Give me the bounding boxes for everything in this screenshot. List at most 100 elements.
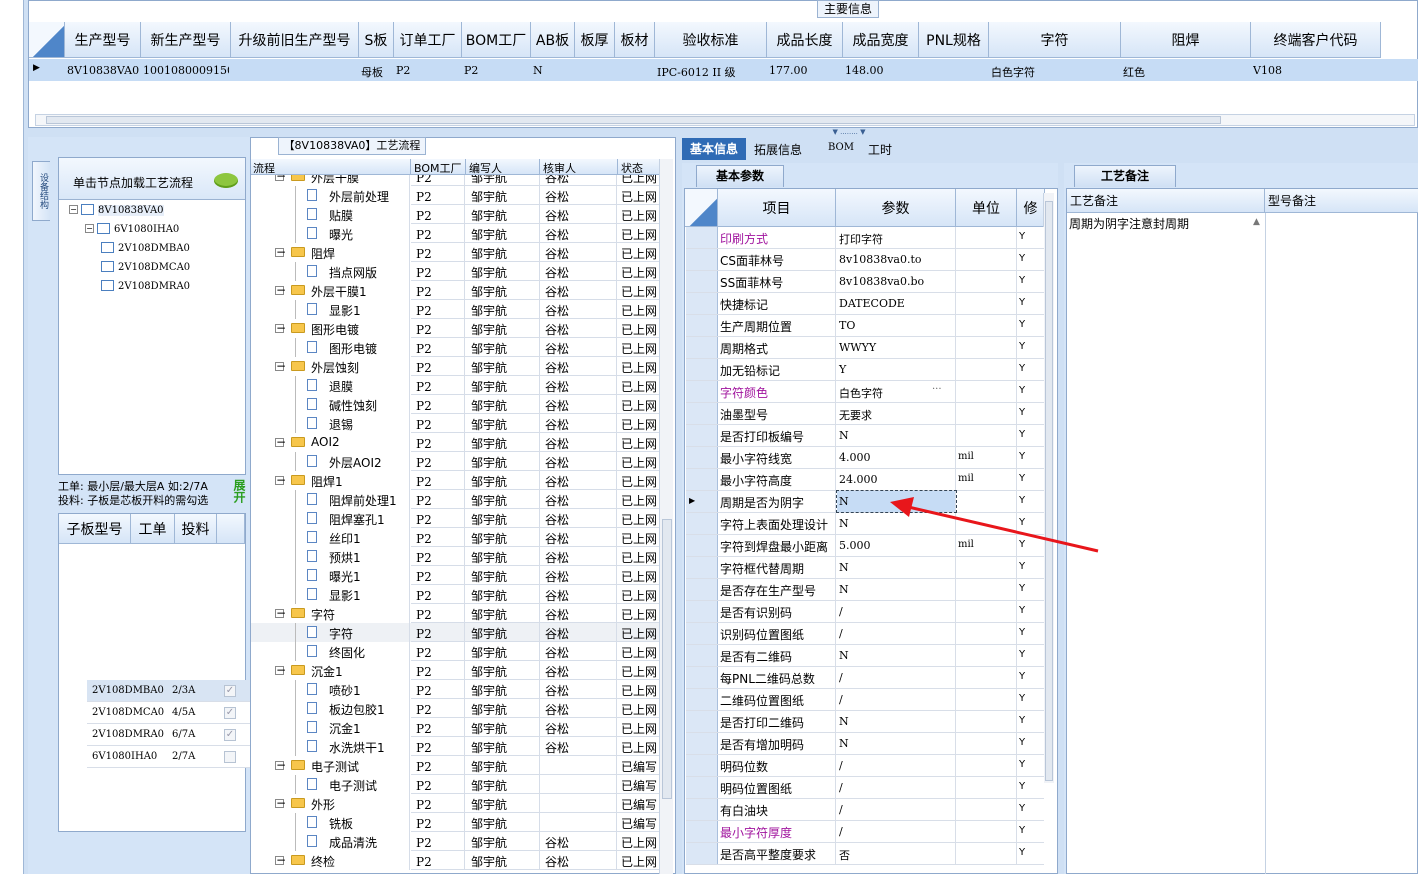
basic-scrollbar[interactable] <box>1043 193 1054 783</box>
param-row[interactable]: 最小字符高度 24.000 mil Y <box>686 469 1044 491</box>
main-cell[interactable]: IPC-6012 II 级 <box>657 64 765 80</box>
row-selector[interactable] <box>686 579 718 600</box>
tree-node[interactable]: − 6V1080IHA0 <box>85 221 179 239</box>
param-value[interactable]: 8v10838va0.bo <box>837 271 956 292</box>
flow-row[interactable]: − 沉金1 P2 邹宇航 谷松 已上网 <box>251 661 659 680</box>
flow-row[interactable]: 字符 P2 邹宇航 谷松 已上网 <box>251 623 659 642</box>
flow-row[interactable]: 曝光 P2 邹宇航 谷松 已上网 <box>251 224 659 243</box>
row-selector[interactable]: ▶ <box>686 491 718 512</box>
remarks-tab-title[interactable]: 工艺备注 <box>1074 165 1176 187</box>
tree-node[interactable]: 2V108DMRA0 <box>101 278 190 296</box>
param-value[interactable]: / <box>837 755 956 776</box>
param-value[interactable]: / <box>837 667 956 688</box>
param-value[interactable]: WWYY <box>837 337 956 358</box>
param-value[interactable]: 否 <box>837 843 956 864</box>
param-value[interactable]: / <box>837 799 956 820</box>
flow-row[interactable]: 阻焊塞孔1 P2 邹宇航 谷松 已上网 <box>251 509 659 528</box>
sub-board-row[interactable]: 6V1080IHA0 2/7A <box>87 746 273 768</box>
flow-row[interactable]: 终固化 P2 邹宇航 谷松 已上网 <box>251 642 659 661</box>
param-value[interactable]: N <box>837 579 956 600</box>
main-cell[interactable]: 白色字符 <box>991 64 1119 80</box>
flow-row[interactable]: 图形电镀 P2 邹宇航 谷松 已上网 <box>251 338 659 357</box>
scroll-thumb[interactable] <box>46 116 1221 124</box>
param-row[interactable]: 最小字符线宽 4.000 mil Y <box>686 447 1044 469</box>
param-value[interactable]: 8v10838va0.to <box>837 249 956 270</box>
collapse-icon[interactable]: − <box>275 436 286 448</box>
param-value[interactable]: DATECODE <box>837 293 956 314</box>
row-selector[interactable] <box>686 535 718 556</box>
param-row[interactable]: CS面菲林号 8v10838va0.to Y <box>686 249 1044 271</box>
sub-board-row[interactable]: 2V108DMRA0 6/7A ✓ <box>87 724 273 746</box>
param-row[interactable]: 二维码位置图纸 / Y <box>686 689 1044 711</box>
param-row[interactable]: 识别码位置图纸 / Y <box>686 623 1044 645</box>
collapse-icon[interactable]: − <box>275 284 286 296</box>
param-value[interactable]: N <box>837 711 956 732</box>
collapse-icon[interactable]: − <box>69 205 78 214</box>
param-row[interactable]: 快捷标记 DATECODE Y <box>686 293 1044 315</box>
flow-row[interactable]: 碱性蚀刻 P2 邹宇航 谷松 已上网 <box>251 395 659 414</box>
param-value[interactable]: 4.000 <box>837 447 956 468</box>
row-selector[interactable] <box>686 667 718 688</box>
flow-row[interactable]: − 图形电镀 P2 邹宇航 谷松 已上网 <box>251 319 659 338</box>
main-cell[interactable]: V108 <box>1253 64 1379 77</box>
collapse-icon[interactable]: − <box>275 797 286 809</box>
collapse-icon[interactable]: − <box>275 360 286 372</box>
process-remark-text[interactable] <box>1069 215 1259 265</box>
param-row[interactable]: SS面菲林号 8v10838va0.bo Y <box>686 271 1044 293</box>
tab-extended-info[interactable]: 拓展信息 <box>754 141 802 158</box>
param-value[interactable]: Y <box>837 359 956 380</box>
main-cell[interactable]: 148.00 <box>845 64 917 77</box>
flow-row[interactable]: 丝印1 P2 邹宇航 谷松 已上网 <box>251 528 659 547</box>
flow-row[interactable]: − 外层干膜1 P2 邹宇航 谷松 已上网 <box>251 281 659 300</box>
horizontal-scrollbar[interactable] <box>35 114 1415 126</box>
flow-row[interactable]: 退膜 P2 邹宇航 谷松 已上网 <box>251 376 659 395</box>
row-selector[interactable] <box>686 557 718 578</box>
main-cell[interactable]: 177.00 <box>769 64 841 77</box>
flow-row[interactable]: 电子测试 P2 邹宇航 已编写 <box>251 775 659 794</box>
sub-board-row[interactable]: 2V108DMBA0 2/3A ✓ <box>87 680 273 702</box>
collapse-icon[interactable]: − <box>275 246 286 258</box>
row-selector[interactable] <box>686 711 718 732</box>
flow-row[interactable]: − 电子测试 P2 邹宇航 已编写 <box>251 756 659 775</box>
main-data-row[interactable]: 8V10838VA0 10010800091500 母板 P2 P2 N IPC-6012 … <box>29 59 1418 81</box>
flow-row[interactable]: 成品清洗 P2 邹宇航 谷松 已上网 <box>251 832 659 851</box>
side-tab-structure[interactable]: 设备结构 <box>32 161 50 221</box>
row-selector[interactable] <box>686 513 718 534</box>
param-value[interactable]: N <box>837 557 956 578</box>
row-selector[interactable] <box>686 337 718 358</box>
param-row[interactable]: 是否有增加明码 N Y <box>686 733 1044 755</box>
param-row[interactable]: 是否打印板编号 N Y <box>686 425 1044 447</box>
param-value[interactable]: / <box>837 689 956 710</box>
row-selector[interactable] <box>686 799 718 820</box>
row-selector[interactable] <box>686 821 718 842</box>
flow-row[interactable]: − 外层蚀刻 P2 邹宇航 谷松 已上网 <box>251 357 659 376</box>
row-selector[interactable] <box>686 249 718 270</box>
row-selector[interactable] <box>686 843 718 864</box>
flow-row[interactable]: 挡点网版 P2 邹宇航 谷松 已上网 <box>251 262 659 281</box>
param-value[interactable]: N <box>837 733 956 754</box>
splitter-grip-icon[interactable]: ▼ ........ ▼ <box>818 129 880 136</box>
param-row[interactable]: 油墨型号 无要求 Y <box>686 403 1044 425</box>
param-row[interactable]: 生产周期位置 TO Y <box>686 315 1044 337</box>
row-selector[interactable] <box>686 293 718 314</box>
flow-row[interactable]: − 字符 P2 邹宇航 谷松 已上网 <box>251 604 659 623</box>
collapse-icon[interactable]: − <box>275 854 286 866</box>
flow-row[interactable]: 显影1 P2 邹宇航 谷松 已上网 <box>251 585 659 604</box>
input-checkbox[interactable]: ✓ <box>224 685 236 697</box>
row-selector[interactable] <box>686 645 718 666</box>
flow-row[interactable]: 水洗烘干1 P2 邹宇航 谷松 已上网 <box>251 737 659 756</box>
tree-node[interactable]: 2V108DMCA0 <box>101 259 190 277</box>
param-value[interactable]: / <box>837 777 956 798</box>
flow-row[interactable]: 喷砂1 P2 邹宇航 谷松 已上网 <box>251 680 659 699</box>
main-cell[interactable]: P2 <box>396 64 460 77</box>
row-selector[interactable] <box>686 403 718 424</box>
main-cell[interactable]: P2 <box>464 64 529 77</box>
tab-hours[interactable]: 工时 <box>868 141 892 158</box>
input-checkbox[interactable]: ✓ <box>224 729 236 741</box>
param-row[interactable]: 字符颜色 白色字符... Y <box>686 381 1044 403</box>
row-selector[interactable] <box>686 381 718 402</box>
flow-row[interactable]: 沉金1 P2 邹宇航 谷松 已上网 <box>251 718 659 737</box>
param-value[interactable]: 白色字符... <box>837 381 956 402</box>
row-selector[interactable] <box>686 623 718 644</box>
flow-row[interactable]: − 终检 P2 邹宇航 谷松 已上网 <box>251 851 659 870</box>
